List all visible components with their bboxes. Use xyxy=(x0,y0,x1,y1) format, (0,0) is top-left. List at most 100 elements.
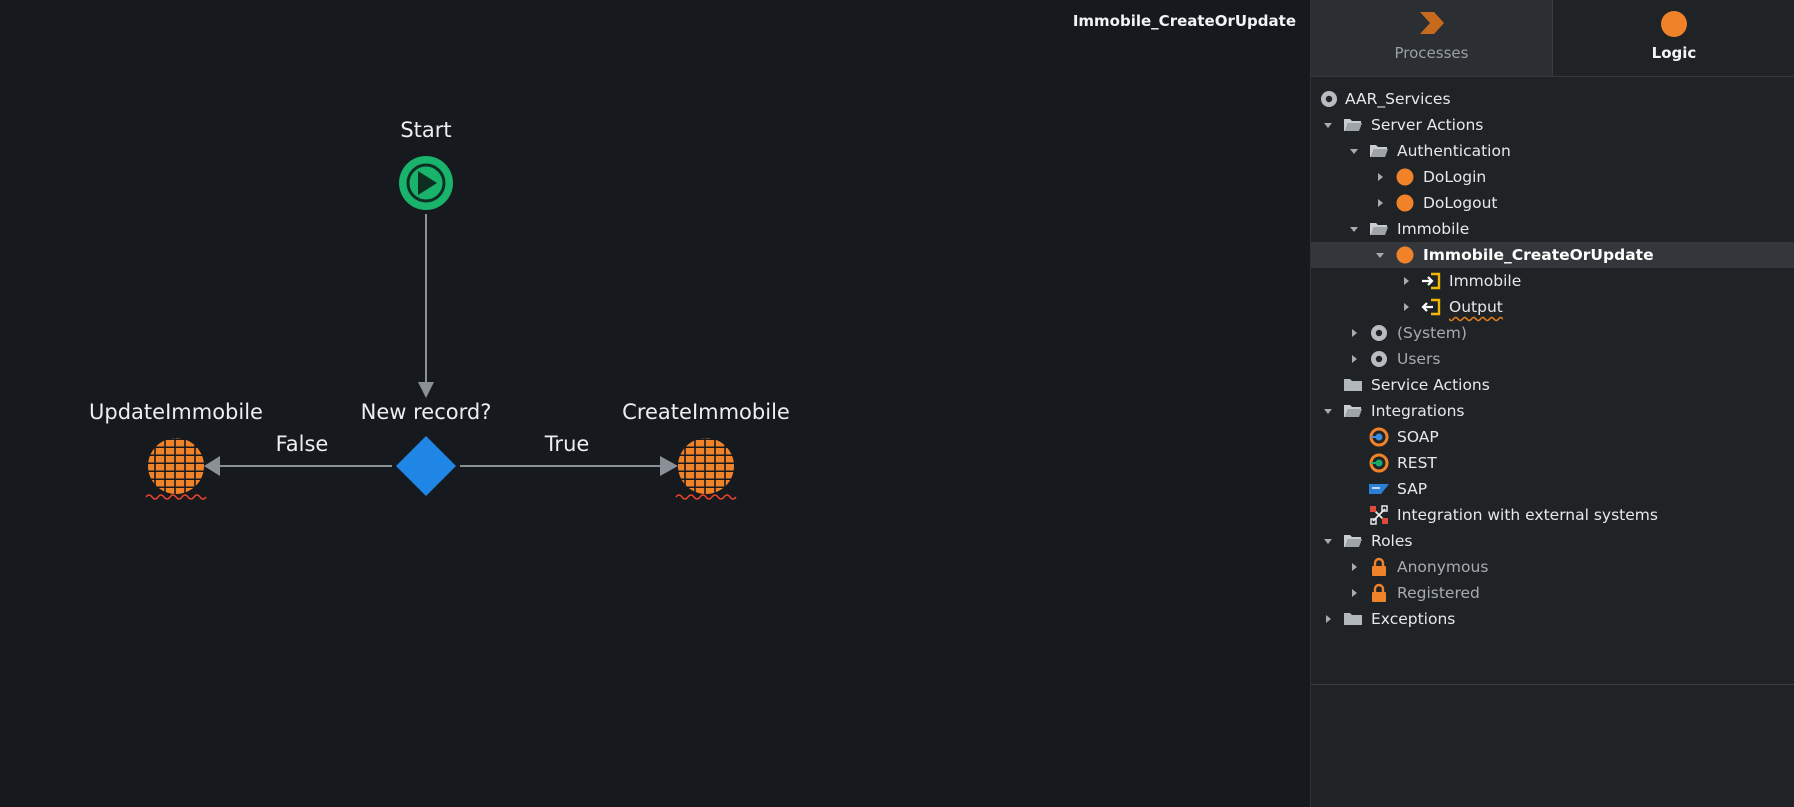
chevron-right-icon[interactable] xyxy=(1401,302,1411,312)
chevron-down-icon[interactable] xyxy=(1323,120,1333,130)
tree-item-label: Authentication xyxy=(1397,142,1511,160)
decision-node[interactable] xyxy=(396,436,456,496)
chevron-down-icon[interactable] xyxy=(1349,146,1359,156)
tree-item-label: Output xyxy=(1449,298,1503,316)
tree-item-label: Service Actions xyxy=(1371,376,1490,394)
tree-item-immobile-folder[interactable]: Immobile xyxy=(1311,216,1794,242)
rest-icon xyxy=(1369,453,1389,473)
folder-open-icon xyxy=(1369,219,1389,239)
module-icon xyxy=(1369,323,1389,343)
tree-item-dologin[interactable]: DoLogin xyxy=(1311,164,1794,190)
module-icon xyxy=(1319,89,1339,109)
tree-item-anonymous[interactable]: Anonymous xyxy=(1311,554,1794,580)
integration-icon xyxy=(1369,505,1389,525)
folder-icon xyxy=(1343,609,1363,629)
folder-open-icon xyxy=(1343,401,1363,421)
tree-item-label: Registered xyxy=(1397,584,1480,602)
create-arrowhead xyxy=(660,456,678,476)
tree-item-server-actions[interactable]: Server Actions xyxy=(1311,112,1794,138)
tree-item-label: SOAP xyxy=(1397,428,1439,446)
chevron-down-icon[interactable] xyxy=(1375,250,1385,260)
folder-open-icon xyxy=(1343,115,1363,135)
chevron-down-icon[interactable] xyxy=(1323,406,1333,416)
tree-item-soap[interactable]: SOAP xyxy=(1311,424,1794,450)
tree-item-label: Integration with external systems xyxy=(1397,506,1658,524)
tree-item-label: Roles xyxy=(1371,532,1413,550)
chevron-right-icon[interactable] xyxy=(1323,614,1333,624)
chevron-right-icon[interactable] xyxy=(1375,172,1385,182)
chevron-down-icon[interactable] xyxy=(1349,224,1359,234)
flow-canvas[interactable]: Immobile_CreateOrUpdate Start New record… xyxy=(0,0,1310,807)
lock-icon xyxy=(1369,583,1389,603)
tree-item-authentication[interactable]: Authentication xyxy=(1311,138,1794,164)
tree-item-label: SAP xyxy=(1397,480,1428,498)
chevron-right-icon[interactable] xyxy=(1375,198,1385,208)
tree-item-rest[interactable]: REST xyxy=(1311,450,1794,476)
chevron-right-icon[interactable] xyxy=(1401,276,1411,286)
decision-arrowhead xyxy=(418,382,434,398)
folder-open-icon xyxy=(1343,531,1363,551)
tree-item-integrations[interactable]: Integrations xyxy=(1311,398,1794,424)
tree-item-roles[interactable]: Roles xyxy=(1311,528,1794,554)
sap-icon xyxy=(1369,479,1389,499)
tree-item-label: DoLogin xyxy=(1423,168,1487,186)
start-label: Start xyxy=(400,118,452,142)
lock-icon xyxy=(1369,557,1389,577)
panel-divider xyxy=(1311,684,1794,685)
decision-label: New record? xyxy=(360,400,492,424)
chevron-right-icon[interactable] xyxy=(1349,328,1359,338)
create-immobile-node[interactable] xyxy=(675,438,737,500)
tree-item-label: (System) xyxy=(1397,324,1467,342)
action-circle-icon xyxy=(1395,245,1415,265)
tree-item-label: AAR_Services xyxy=(1345,90,1451,108)
tab-logic-label: Logic xyxy=(1651,44,1697,62)
folder-icon xyxy=(1343,375,1363,395)
tree-item-registered[interactable]: Registered xyxy=(1311,580,1794,606)
update-arrowhead xyxy=(204,456,220,476)
update-immobile-label: UpdateImmobile xyxy=(89,400,263,424)
tree-item-label: Integrations xyxy=(1371,402,1465,420)
tree-item-exceptions[interactable]: Exceptions xyxy=(1311,606,1794,632)
tree-item-users[interactable]: Users xyxy=(1311,346,1794,372)
false-edge-label: False xyxy=(275,432,329,456)
soap-icon xyxy=(1369,427,1389,447)
tree-item-dologout[interactable]: DoLogout xyxy=(1311,190,1794,216)
tree-item-system[interactable]: (System) xyxy=(1311,320,1794,346)
chevron-right-icon[interactable] xyxy=(1349,354,1359,364)
tree-item-output[interactable]: Output xyxy=(1311,294,1794,320)
output-parameter-icon xyxy=(1421,297,1441,317)
tab-logic[interactable]: Logic xyxy=(1553,0,1794,76)
tree-item-label: Immobile xyxy=(1397,220,1470,238)
tree-item-label: REST xyxy=(1397,454,1437,472)
chevron-right-icon[interactable] xyxy=(1349,588,1359,598)
folder-open-icon xyxy=(1369,141,1389,161)
update-immobile-node[interactable] xyxy=(145,438,207,500)
action-circle-icon xyxy=(1395,193,1415,213)
chevron-down-icon[interactable] xyxy=(1323,536,1333,546)
tree-item-sap[interactable]: SAP xyxy=(1311,476,1794,502)
tree-item-label: DoLogout xyxy=(1423,194,1498,212)
tree-item-immobile-input[interactable]: Immobile xyxy=(1311,268,1794,294)
tree-item-service-actions[interactable]: Service Actions xyxy=(1311,372,1794,398)
logic-tree: AAR_Services Server Actions Authenticati… xyxy=(1311,86,1794,632)
create-immobile-label: CreateImmobile xyxy=(622,400,790,424)
entity-action-icon xyxy=(148,438,204,494)
tree-item-label: Server Actions xyxy=(1371,116,1484,134)
tree-item-immobile-createorupdate[interactable]: Immobile_CreateOrUpdate xyxy=(1311,242,1794,268)
tree-item-integration-external[interactable]: Integration with external systems xyxy=(1311,502,1794,528)
tab-processes-label: Processes xyxy=(1394,44,1469,62)
action-circle-icon xyxy=(1395,167,1415,187)
true-edge-label: True xyxy=(544,432,590,456)
tree-item-label: Exceptions xyxy=(1371,610,1456,628)
tree-item-label: Immobile_CreateOrUpdate xyxy=(1423,246,1654,264)
tree-item-label: Immobile xyxy=(1449,272,1522,290)
start-node[interactable] xyxy=(399,156,453,210)
tree-item-label: Users xyxy=(1397,350,1441,368)
module-icon xyxy=(1369,349,1389,369)
chevron-right-icon[interactable] xyxy=(1349,562,1359,572)
tab-processes[interactable]: Processes xyxy=(1311,0,1553,76)
logic-panel: Processes Logic AAR_Services Server Acti… xyxy=(1310,0,1794,807)
panel-tabs: Processes Logic xyxy=(1311,0,1794,77)
process-chevron-icon xyxy=(1418,10,1446,40)
tree-item-aar-services[interactable]: AAR_Services xyxy=(1311,86,1794,112)
